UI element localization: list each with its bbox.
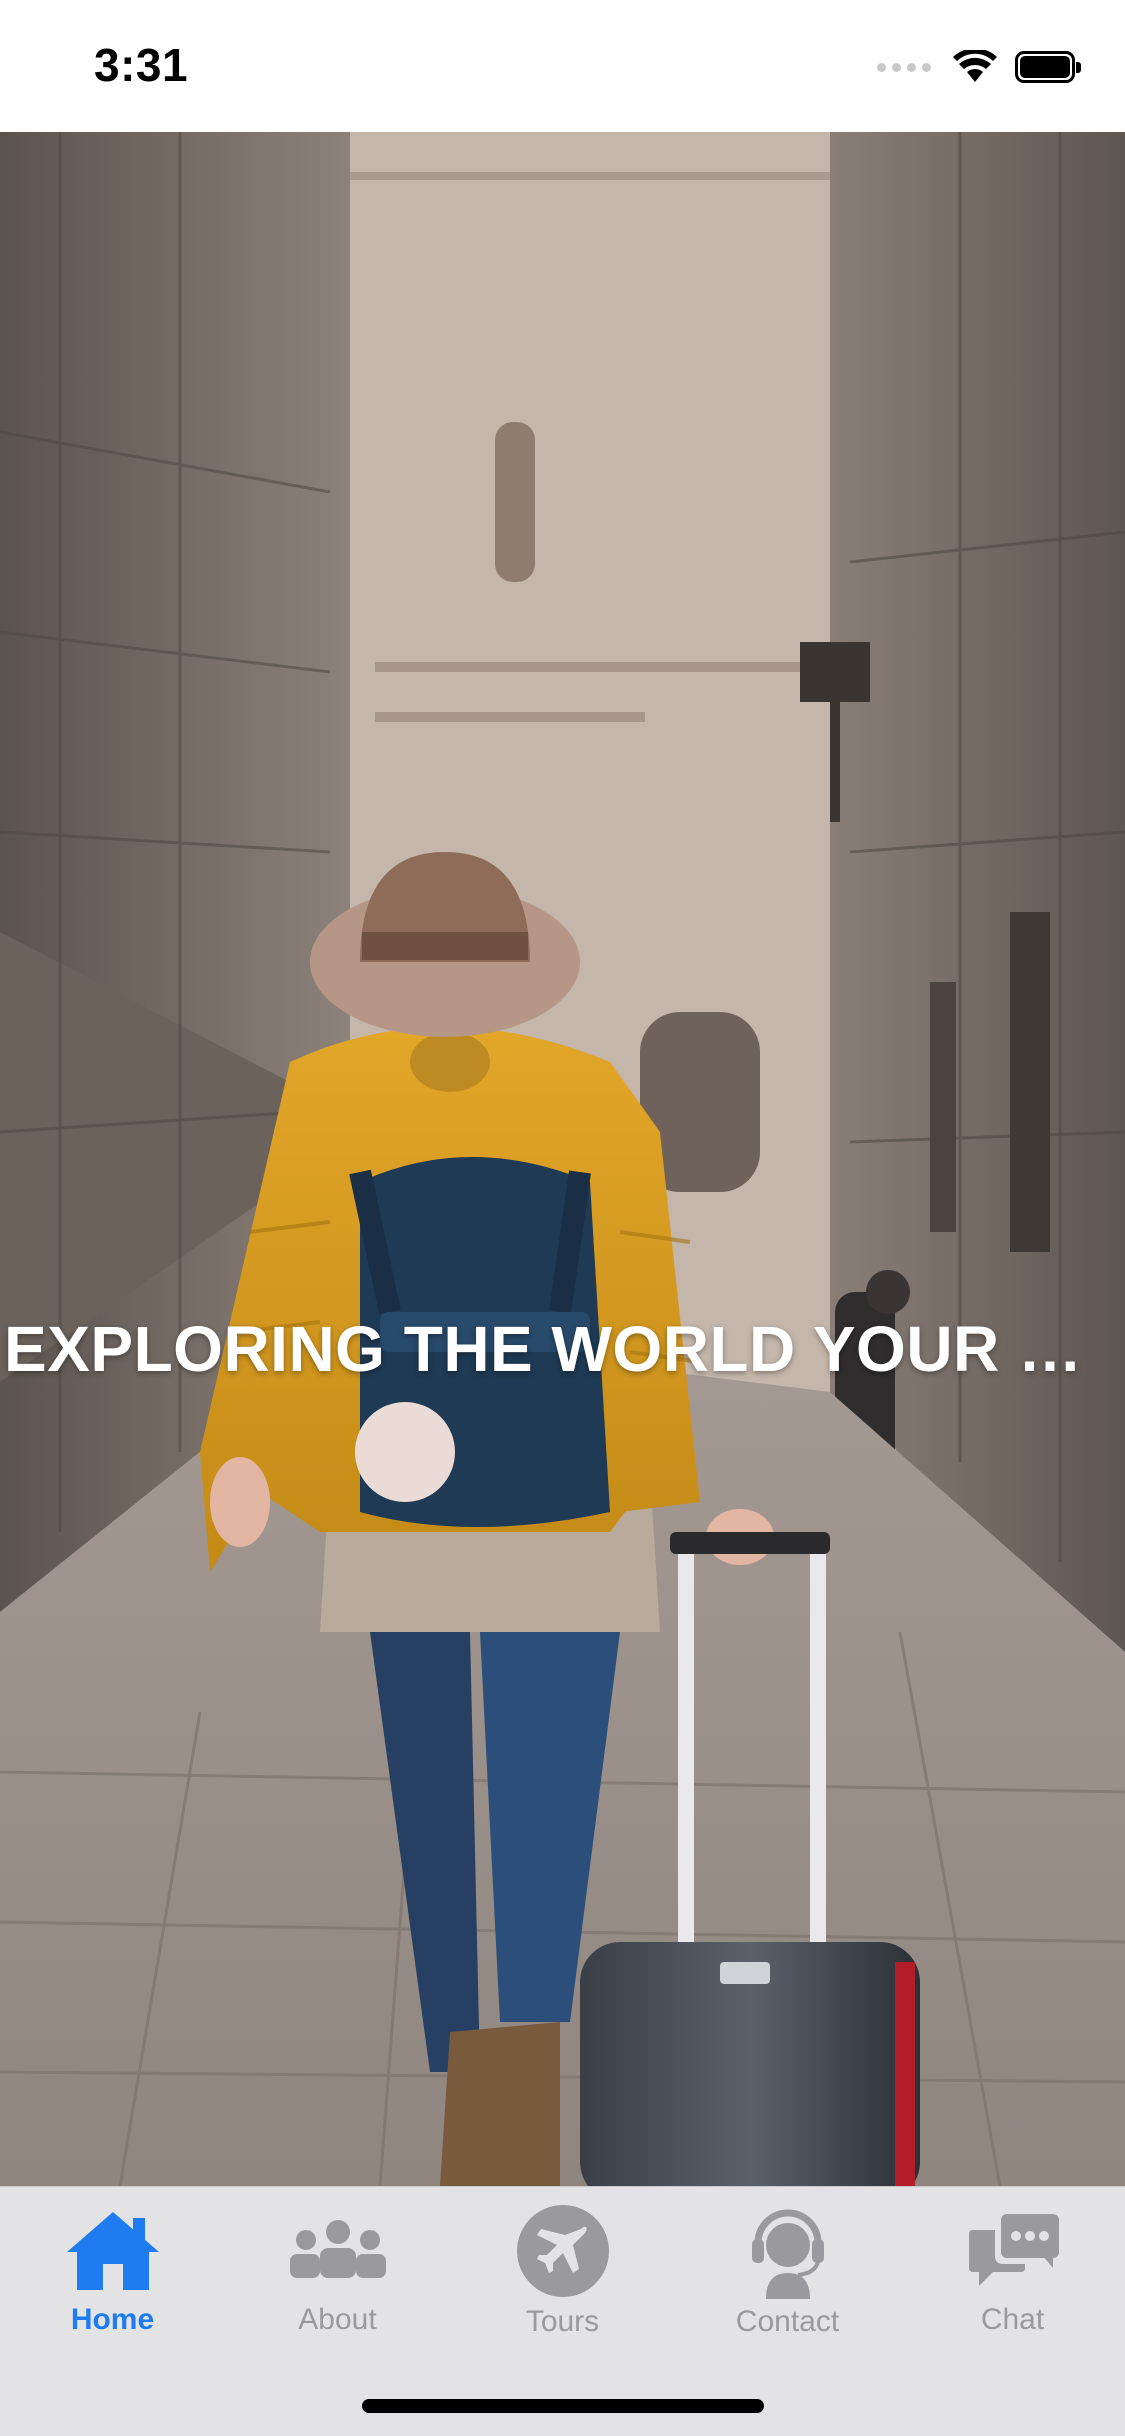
home-indicator: [362, 2399, 764, 2413]
tab-tours-label: Tours: [525, 2305, 600, 2338]
tab-contact[interactable]: Contact: [675, 2187, 900, 2338]
tab-tours[interactable]: Tours: [450, 2187, 675, 2338]
status-time: 3:31: [94, 39, 189, 91]
hero-banner: EXPLORING THE WORLD YOUR WAY: [0, 132, 1125, 2186]
status-bar: 3:31: [0, 0, 1125, 132]
battery-icon: [1015, 51, 1081, 83]
tab-contact-label: Contact: [735, 2305, 840, 2338]
status-icons: [877, 50, 1081, 84]
tab-about[interactable]: About: [225, 2187, 450, 2337]
signal-icon: [877, 62, 931, 72]
wifi-icon: [953, 50, 997, 82]
people-icon: [289, 2220, 386, 2278]
hero-photo: [0, 132, 1125, 2186]
tab-home[interactable]: Home: [0, 2187, 225, 2337]
home-icon: [66, 2212, 159, 2290]
tab-chat[interactable]: Chat: [900, 2187, 1125, 2337]
bottom-tab-bar: Home About Tours Contact Chat: [0, 2186, 1125, 2436]
tab-about-label: About: [298, 2303, 377, 2336]
airplane-icon: [516, 2205, 609, 2297]
chat-bubbles-icon: [968, 2214, 1059, 2286]
tab-chat-label: Chat: [980, 2303, 1045, 2336]
app-screen: 3:31 EXPLORING THE WORLD YOUR WAY Home A…: [0, 0, 1125, 2436]
hero-title: EXPLORING THE WORLD YOUR WAY: [4, 1313, 1125, 1385]
tab-home-label: Home: [70, 2303, 155, 2336]
headset-icon: [751, 2209, 824, 2299]
